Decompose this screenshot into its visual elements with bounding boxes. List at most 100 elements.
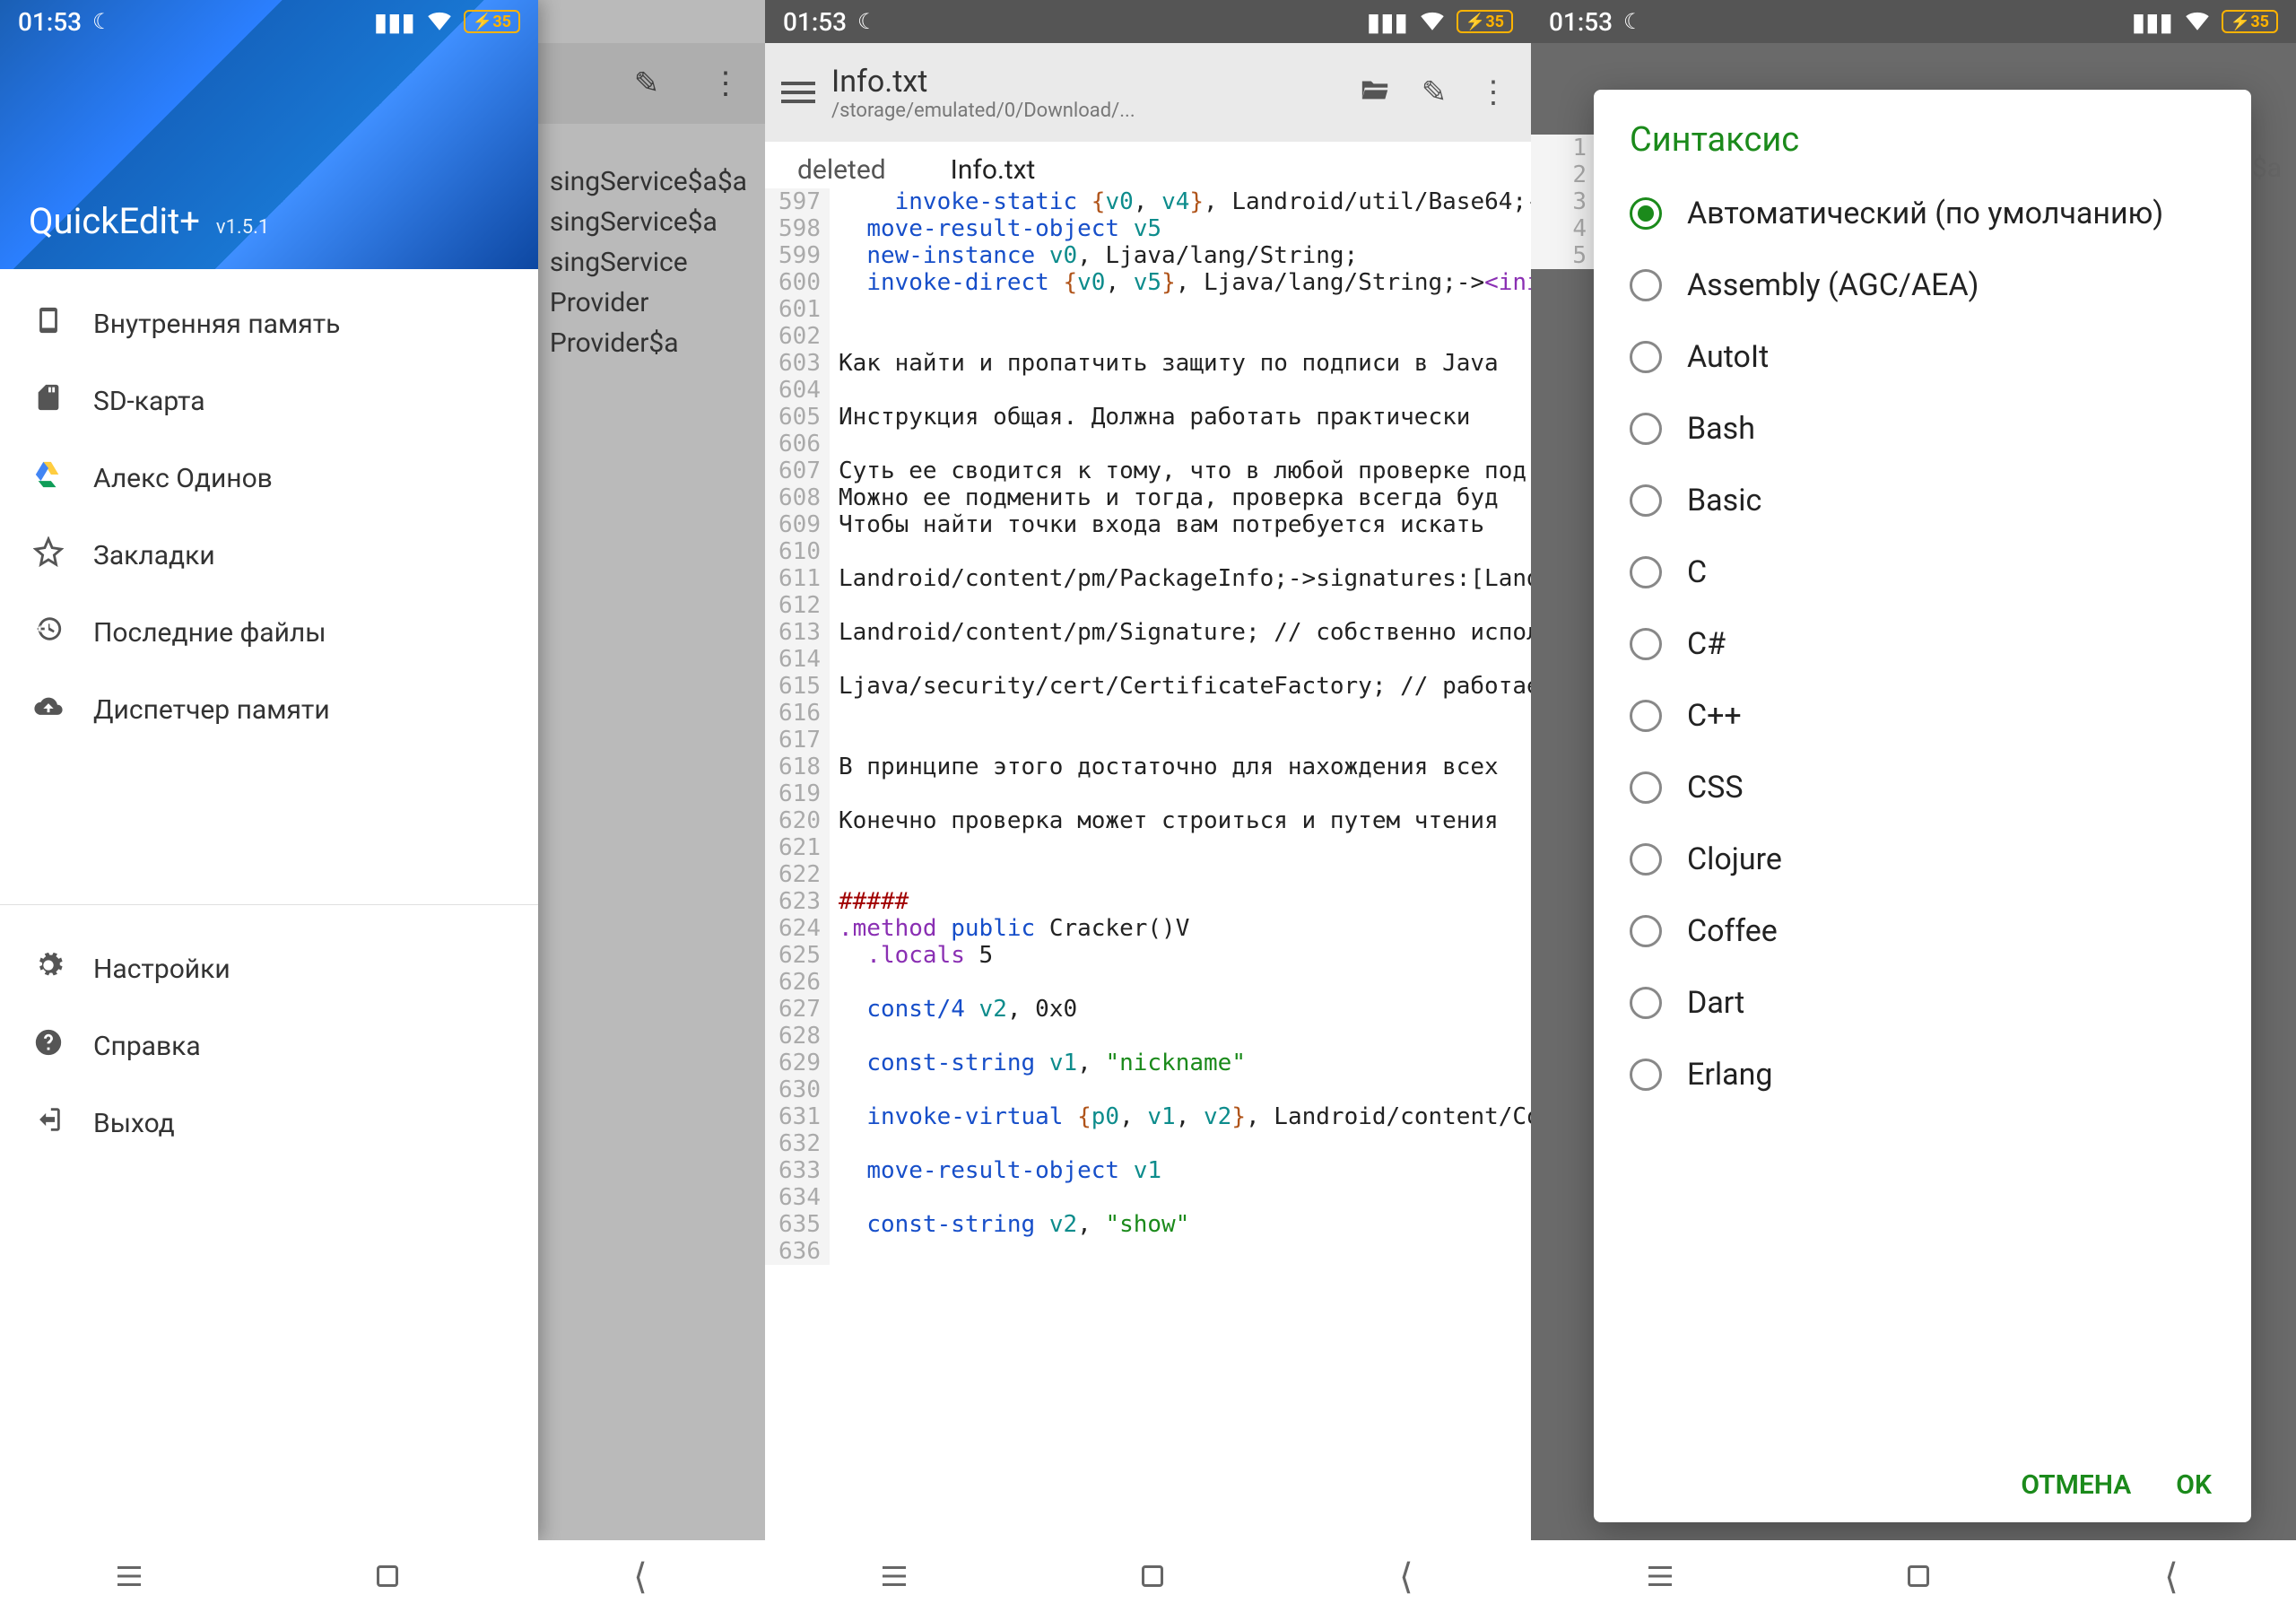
drawer-item-label: Последние файлы [93,617,326,649]
drawer-item-label: Справка [93,1031,201,1062]
drawer-item-exit[interactable]: Выход [0,1085,538,1162]
radio-icon [1630,843,1662,876]
status-bar: 01:53 ☾ ▮▮▮ ⚡35 [1531,0,2296,43]
screen-drawer: ✎ ⋮ singService$a$asingService$asingServ… [0,0,765,1612]
star-icon [30,536,66,574]
clock-text: 01:53 [783,7,847,37]
clock-text: 01:53 [1549,7,1613,37]
signal-icon: ▮▮▮ [374,7,415,37]
drawer-item-label: Закладки [93,540,215,571]
help-icon [30,1027,66,1065]
app-title: QuickEdit+ [29,200,200,242]
radio-icon [1630,915,1662,947]
file-title: Info.txt [831,64,1337,100]
radio-icon [1630,556,1662,588]
radio-icon [1630,987,1662,1019]
syntax-option[interactable]: Bash [1594,393,2251,465]
drawer-item-sd[interactable]: SD-карта [0,362,538,440]
option-label: C++ [1687,698,1742,734]
history-icon [30,614,66,651]
back-button[interactable]: ⟨ [633,1555,648,1598]
recent-apps-button[interactable] [883,1566,906,1586]
menu-icon[interactable] [781,76,815,109]
syntax-option[interactable]: Basic [1594,465,2251,536]
file-path: /storage/emulated/0/Download/... [831,100,1337,122]
drawer-item-label: Алекс Одинов [93,463,273,494]
signal-icon: ▮▮▮ [2132,7,2173,37]
syntax-option[interactable]: C# [1594,608,2251,680]
option-label: Автоматический (по умолчанию) [1687,196,2163,231]
syntax-option[interactable]: Clojure [1594,823,2251,895]
back-button[interactable]: ⟨ [2164,1555,2179,1598]
sd-icon [30,382,66,420]
syntax-option[interactable]: Автоматический (по умолчанию) [1594,178,2251,249]
battery-icon: ⚡35 [2222,10,2278,33]
option-label: Basic [1687,483,1761,518]
drawer-item-phone[interactable]: Внутренняя память [0,285,538,362]
wifi-icon [1417,4,1448,40]
syntax-option[interactable]: C [1594,536,2251,608]
code-editor[interactable]: 597 invoke-static {v0, v4}, Landroid/uti… [765,188,1531,1540]
syntax-option[interactable]: Dart [1594,967,2251,1039]
drawer-item-cloud[interactable]: Диспетчер памяти [0,671,538,748]
battery-icon: ⚡35 [464,10,520,33]
drawer-item-label: Диспетчер памяти [93,694,330,726]
radio-icon [1630,484,1662,517]
drawer-header: 01:53 ☾ ▮▮▮ ⚡35 QuickEdit+ v1.5.1 [0,0,538,269]
wifi-icon [424,4,455,40]
option-label: Coffee [1687,913,1778,949]
open-folder-icon[interactable] [1353,74,1396,112]
drawer-item-label: Внутренняя память [93,309,340,340]
drawer-item-help[interactable]: Справка [0,1007,538,1085]
editor-toolbar: Info.txt /storage/emulated/0/Download/..… [765,43,1531,142]
drawer-item-label: Настройки [93,954,230,985]
radio-icon [1630,269,1662,301]
edit-icon[interactable]: ✎ [1413,74,1456,110]
dnd-icon: ☾ [1623,9,1643,34]
option-label: Dart [1687,985,1744,1021]
wifi-icon [2182,4,2213,40]
screen-editor: 01:53 ☾ ▮▮▮ ⚡35 Info.txt /storage/emulat… [765,0,1531,1612]
option-label: AutoIt [1687,339,1769,375]
syntax-option[interactable]: Erlang [1594,1039,2251,1111]
app-version: v1.5.1 [216,216,269,239]
radio-icon [1630,1059,1662,1091]
back-button[interactable]: ⟨ [1399,1555,1413,1598]
home-button[interactable] [377,1565,398,1587]
navigation-drawer: 01:53 ☾ ▮▮▮ ⚡35 QuickEdit+ v1.5.1 Внутре… [0,0,538,1540]
status-bar: 01:53 ☾ ▮▮▮ ⚡35 [0,0,538,43]
option-label: C# [1687,626,1726,662]
overflow-icon[interactable]: ⋮ [1472,74,1515,110]
clock-text: 01:53 [18,7,82,37]
gear-icon [30,950,66,988]
drawer-item-gear[interactable]: Настройки [0,930,538,1007]
recent-apps-button[interactable] [117,1566,141,1586]
syntax-option[interactable]: Coffee [1594,895,2251,967]
option-label: Erlang [1687,1057,1772,1093]
drawer-item-drive[interactable]: Алекс Одинов [0,440,538,517]
home-button[interactable] [1142,1565,1163,1587]
syntax-option[interactable]: C++ [1594,680,2251,752]
ok-button[interactable]: OK [2176,1469,2212,1501]
screen-syntax-dialog: 01:53 ☾ ▮▮▮ ⚡35 1c 2c 3c 4c 5c $a Синтак… [1531,0,2296,1612]
option-label: C [1687,554,1707,590]
syntax-option[interactable]: CSS [1594,752,2251,823]
home-button[interactable] [1908,1565,1929,1587]
syntax-option[interactable]: Assembly (AGC/AEA) [1594,249,2251,321]
radio-icon [1630,771,1662,804]
syntax-dialog: Синтаксис Автоматический (по умолчанию)A… [1594,90,2251,1522]
bg-fragment: $a [2252,152,2282,184]
option-label: CSS [1687,770,1744,806]
exit-icon [30,1104,66,1142]
syntax-option[interactable]: AutoIt [1594,321,2251,393]
signal-icon: ▮▮▮ [1367,7,1408,37]
cancel-button[interactable]: ОТМЕНА [2021,1469,2131,1501]
drawer-item-history[interactable]: Последние файлы [0,594,538,671]
recent-apps-button[interactable] [1648,1566,1672,1586]
drawer-item-star[interactable]: Закладки [0,517,538,594]
drawer-item-label: SD-карта [93,386,205,417]
radio-icon [1630,413,1662,445]
dnd-icon: ☾ [857,9,877,34]
radio-icon [1630,341,1662,373]
option-label: Bash [1687,411,1755,447]
